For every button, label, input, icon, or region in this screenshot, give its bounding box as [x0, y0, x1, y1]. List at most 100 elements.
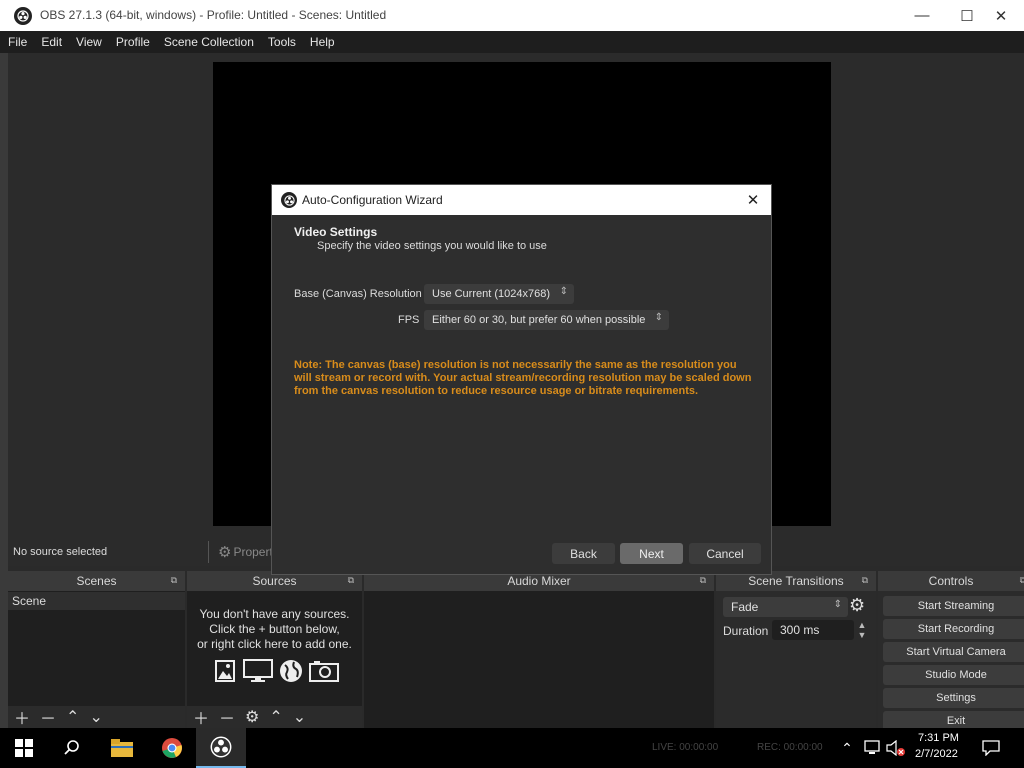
- windows-start-icon[interactable]: [8, 734, 40, 762]
- spin-down-icon[interactable]: ▼: [855, 630, 869, 640]
- empty-line: You don't have any sources.: [199, 607, 350, 621]
- section-heading: Video Settings: [294, 225, 378, 239]
- audio-mixer-area: [364, 591, 714, 728]
- close-button[interactable]: ✕: [978, 0, 1024, 31]
- move-down-icon[interactable]: ⌄: [293, 707, 306, 727]
- duration-value: 300 ms: [780, 623, 820, 637]
- start-streaming-button[interactable]: Start Streaming: [883, 596, 1024, 616]
- move-up-icon[interactable]: ⌃: [269, 707, 282, 727]
- controls-body: Start Streaming Start Recording Start Vi…: [878, 591, 1024, 731]
- obs-logo-icon: [14, 7, 32, 25]
- menu-profile[interactable]: Profile: [116, 35, 150, 49]
- clock-date[interactable]: 2/7/2022: [915, 748, 958, 760]
- transition-select[interactable]: Fade ⇕: [723, 597, 848, 617]
- window-title-bar: OBS 27.1.3 (64-bit, windows) - Profile: …: [0, 0, 1024, 31]
- scene-transitions-title: Scene Transitions: [748, 574, 844, 588]
- scene-transitions-body: Fade ⇕ ⚙ Duration 300 ms ▲ ▼: [716, 591, 876, 728]
- chrome-icon[interactable]: [156, 734, 188, 762]
- resolution-note: Note: The canvas (base) resolution is no…: [294, 359, 752, 397]
- menu-scene-collection[interactable]: Scene Collection: [164, 35, 254, 49]
- fps-select[interactable]: Either 60 or 30, but prefer 60 when poss…: [424, 310, 669, 330]
- no-source-label: No source selected: [13, 546, 108, 558]
- remove-icon[interactable]: －: [219, 705, 235, 729]
- duration-input[interactable]: 300 ms: [772, 620, 854, 640]
- clock-time[interactable]: 7:31 PM: [918, 732, 959, 744]
- chevron-up-icon[interactable]: ⌃: [838, 738, 856, 758]
- add-icon[interactable]: ＋: [14, 705, 30, 729]
- scene-item[interactable]: Scene: [8, 592, 185, 610]
- studio-mode-button[interactable]: Studio Mode: [883, 665, 1024, 685]
- file-explorer-icon[interactable]: [106, 734, 138, 762]
- scenes-header: Scenes ⧉: [8, 571, 185, 591]
- source-type-icons: [213, 659, 339, 683]
- updown-icon: ⇕: [654, 312, 663, 323]
- globe-icon: [280, 660, 302, 682]
- sources-empty-message: You don't have any sources. Click the + …: [187, 607, 362, 652]
- divider: [208, 541, 209, 563]
- duration-spinner[interactable]: ▲ ▼: [855, 620, 869, 640]
- dock-icon[interactable]: ⧉: [171, 575, 177, 586]
- sources-title: Sources: [252, 574, 297, 588]
- menu-file[interactable]: File: [8, 35, 27, 49]
- notification-icon[interactable]: [978, 736, 1004, 760]
- start-recording-button[interactable]: Start Recording: [883, 619, 1024, 639]
- volume-muted-icon[interactable]: [885, 738, 907, 758]
- scenes-title: Scenes: [76, 574, 117, 588]
- transition-value: Fade: [731, 600, 759, 614]
- search-icon[interactable]: [56, 734, 88, 762]
- controls-header: Controls ⧉: [878, 571, 1024, 591]
- dialog-title-bar: Auto-Configuration Wizard ✕: [272, 185, 771, 215]
- empty-line: or right click here to add one.: [197, 637, 352, 651]
- menu-view[interactable]: View: [76, 35, 102, 49]
- audio-mixer-title: Audio Mixer: [507, 574, 571, 588]
- dock-icon[interactable]: ⧉: [1020, 575, 1024, 586]
- updown-icon: ⇕: [833, 599, 842, 610]
- menu-help[interactable]: Help: [310, 35, 335, 49]
- windows-taskbar: LIVE: 00:00:00 REC: 00:00:00 ⌃ 7:31 PM 2…: [0, 728, 1024, 768]
- obs-logo-icon: [281, 192, 297, 208]
- rec-status: REC: 00:00:00: [757, 742, 823, 753]
- sources-toolbar: ＋ － ⚙ ⌃ ⌄: [187, 706, 362, 728]
- move-down-icon[interactable]: ⌄: [89, 707, 102, 727]
- controls-title: Controls: [928, 574, 974, 588]
- dialog-close-icon[interactable]: ✕: [742, 189, 764, 211]
- section-subheading: Specify the video settings you would lik…: [317, 240, 547, 252]
- auto-config-wizard-dialog: Auto-Configuration Wizard ✕ Video Settin…: [271, 184, 772, 575]
- gear-icon[interactable]: ⚙: [245, 707, 259, 727]
- dock-icon[interactable]: ⧉: [348, 575, 354, 586]
- next-button[interactable]: Next: [620, 543, 683, 564]
- network-icon[interactable]: [861, 738, 883, 758]
- window-title: OBS 27.1.3 (64-bit, windows) - Profile: …: [40, 8, 387, 22]
- back-button[interactable]: Back: [552, 543, 615, 564]
- menu-tools[interactable]: Tools: [268, 35, 296, 49]
- add-icon[interactable]: ＋: [193, 705, 209, 729]
- gear-icon: ⚙: [218, 544, 232, 561]
- gear-icon[interactable]: ⚙: [849, 595, 865, 616]
- sources-list[interactable]: You don't have any sources. Click the + …: [187, 591, 362, 706]
- move-up-icon[interactable]: ⌃: [66, 707, 79, 727]
- fps-value: Either 60 or 30, but prefer 60 when poss…: [432, 314, 646, 326]
- live-status: LIVE: 00:00:00: [652, 742, 719, 753]
- obs-taskbar-icon[interactable]: [196, 728, 246, 768]
- scenes-list[interactable]: Scene: [8, 591, 185, 706]
- resolution-select[interactable]: Use Current (1024x768) ⇕: [424, 284, 574, 304]
- dock-icon[interactable]: ⧉: [862, 575, 868, 586]
- start-virtual-camera-button[interactable]: Start Virtual Camera: [883, 642, 1024, 662]
- settings-button[interactable]: Settings: [883, 688, 1024, 708]
- remove-icon[interactable]: －: [40, 705, 56, 729]
- dock-icon[interactable]: ⧉: [700, 575, 706, 586]
- menu-bar: File Edit View Profile Scene Collection …: [0, 31, 1024, 53]
- minimize-button[interactable]: —: [899, 0, 945, 31]
- image-icon: [215, 660, 235, 682]
- duration-label: Duration: [723, 624, 769, 638]
- empty-line: Click the + button below,: [209, 622, 340, 636]
- menu-edit[interactable]: Edit: [41, 35, 62, 49]
- cancel-button[interactable]: Cancel: [689, 543, 761, 564]
- dialog-title: Auto-Configuration Wizard: [302, 193, 443, 207]
- camera-icon: [309, 661, 339, 682]
- updown-icon: ⇕: [559, 286, 568, 297]
- left-edge: [0, 53, 8, 729]
- scenes-toolbar: ＋ － ⌃ ⌄: [8, 706, 185, 728]
- spin-up-icon[interactable]: ▲: [855, 620, 869, 630]
- display-icon: [243, 659, 273, 682]
